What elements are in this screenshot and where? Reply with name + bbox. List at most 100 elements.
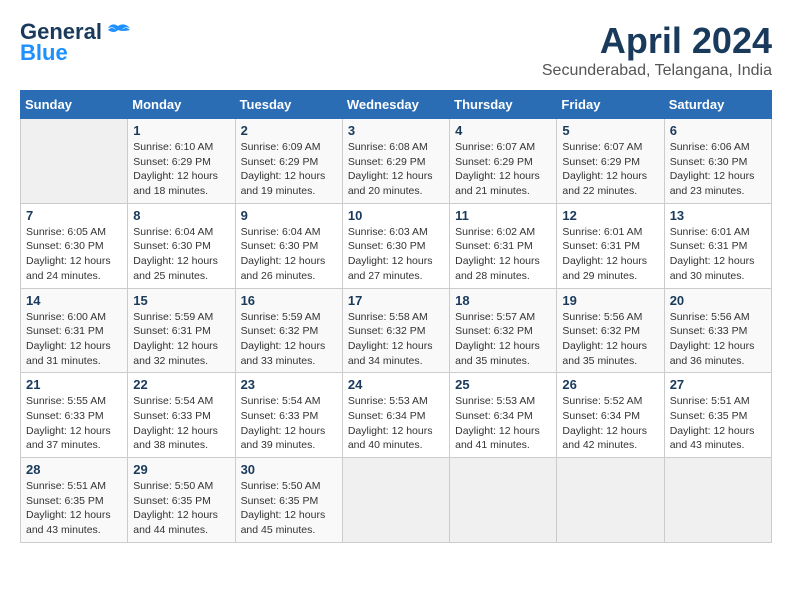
column-header-thursday: Thursday — [450, 91, 557, 119]
calendar-cell: 16Sunrise: 5:59 AM Sunset: 6:32 PM Dayli… — [235, 288, 342, 373]
calendar-cell: 9 Sunrise: 6:04 AM Sunset: 6:30 PM Daylig… — [235, 203, 342, 288]
calendar-cell — [664, 458, 771, 543]
logo: General Blue — [20, 20, 132, 66]
day-number: 9 — [241, 208, 337, 223]
month-title: April 2024 — [542, 20, 772, 62]
day-number: 10 — [348, 208, 444, 223]
day-number: 1 — [133, 123, 229, 138]
day-number: 8 — [133, 208, 229, 223]
week-row-5: 28 Sunrise: 5:51 AM Sunset: 6:35 PM Dayli… — [21, 458, 772, 543]
calendar-cell: 8 Sunrise: 6:04 AM Sunset: 6:30 PM Daylig… — [128, 203, 235, 288]
week-row-1: 1 Sunrise: 6:10 AM Sunset: 6:29 PM Daylig… — [21, 119, 772, 204]
calendar-cell: 7 Sunrise: 6:05 AM Sunset: 6:30 PM Daylig… — [21, 203, 128, 288]
day-info: Sunrise: 5:56 AM Sunset: 6:32 PM Dayligh… — [562, 310, 658, 369]
column-header-tuesday: Tuesday — [235, 91, 342, 119]
day-info: Sunrise: 5:52 AM Sunset: 6:34 PM Dayligh… — [562, 394, 658, 453]
title-area: April 2024 Secunderabad, Telangana, Indi… — [542, 20, 772, 80]
day-number: 27 — [670, 377, 766, 392]
day-info: Sunrise: 6:00 AM Sunset: 6:31 PM Dayligh… — [26, 310, 122, 369]
calendar-cell: 20Sunrise: 5:56 AM Sunset: 6:33 PM Dayli… — [664, 288, 771, 373]
day-info: Sunrise: 5:58 AM Sunset: 6:32 PM Dayligh… — [348, 310, 444, 369]
day-info: Sunrise: 5:54 AM Sunset: 6:33 PM Dayligh… — [133, 394, 229, 453]
day-number: 17 — [348, 293, 444, 308]
day-number: 2 — [241, 123, 337, 138]
day-info: Sunrise: 6:01 AM Sunset: 6:31 PM Dayligh… — [670, 225, 766, 284]
day-number: 24 — [348, 377, 444, 392]
calendar-body: 1 Sunrise: 6:10 AM Sunset: 6:29 PM Daylig… — [21, 119, 772, 543]
day-number: 20 — [670, 293, 766, 308]
day-number: 22 — [133, 377, 229, 392]
calendar-cell: 17 Sunrise: 5:58 AM Sunset: 6:32 PM Dayli… — [342, 288, 449, 373]
column-header-sunday: Sunday — [21, 91, 128, 119]
day-info: Sunrise: 5:53 AM Sunset: 6:34 PM Dayligh… — [348, 394, 444, 453]
calendar-cell: 11Sunrise: 6:02 AM Sunset: 6:31 PM Dayli… — [450, 203, 557, 288]
calendar-cell: 5 Sunrise: 6:07 AM Sunset: 6:29 PM Daylig… — [557, 119, 664, 204]
day-info: Sunrise: 6:10 AM Sunset: 6:29 PM Dayligh… — [133, 140, 229, 199]
day-number: 6 — [670, 123, 766, 138]
day-number: 13 — [670, 208, 766, 223]
calendar-cell: 26 Sunrise: 5:52 AM Sunset: 6:34 PM Dayli… — [557, 373, 664, 458]
day-info: Sunrise: 5:54 AM Sunset: 6:33 PM Dayligh… — [241, 394, 337, 453]
calendar-cell: 6 Sunrise: 6:06 AM Sunset: 6:30 PM Daylig… — [664, 119, 771, 204]
day-number: 12 — [562, 208, 658, 223]
day-info: Sunrise: 6:08 AM Sunset: 6:29 PM Dayligh… — [348, 140, 444, 199]
day-info: Sunrise: 5:51 AM Sunset: 6:35 PM Dayligh… — [26, 479, 122, 538]
day-info: Sunrise: 5:59 AM Sunset: 6:31 PM Dayligh… — [133, 310, 229, 369]
day-info: Sunrise: 5:55 AM Sunset: 6:33 PM Dayligh… — [26, 394, 122, 453]
day-number: 4 — [455, 123, 551, 138]
day-number: 3 — [348, 123, 444, 138]
day-info: Sunrise: 6:09 AM Sunset: 6:29 PM Dayligh… — [241, 140, 337, 199]
day-number: 15 — [133, 293, 229, 308]
day-number: 18 — [455, 293, 551, 308]
day-number: 26 — [562, 377, 658, 392]
day-info: Sunrise: 6:07 AM Sunset: 6:29 PM Dayligh… — [562, 140, 658, 199]
week-row-2: 7 Sunrise: 6:05 AM Sunset: 6:30 PM Daylig… — [21, 203, 772, 288]
calendar-cell: 18 Sunrise: 5:57 AM Sunset: 6:32 PM Dayli… — [450, 288, 557, 373]
calendar-cell: 23Sunrise: 5:54 AM Sunset: 6:33 PM Dayli… — [235, 373, 342, 458]
day-number: 5 — [562, 123, 658, 138]
day-info: Sunrise: 6:04 AM Sunset: 6:30 PM Dayligh… — [133, 225, 229, 284]
day-info: Sunrise: 5:50 AM Sunset: 6:35 PM Dayligh… — [241, 479, 337, 538]
calendar-header: SundayMondayTuesdayWednesdayThursdayFrid… — [21, 91, 772, 119]
calendar-cell: 12Sunrise: 6:01 AM Sunset: 6:31 PM Dayli… — [557, 203, 664, 288]
calendar-cell: 19Sunrise: 5:56 AM Sunset: 6:32 PM Dayli… — [557, 288, 664, 373]
day-info: Sunrise: 6:04 AM Sunset: 6:30 PM Dayligh… — [241, 225, 337, 284]
week-row-4: 21 Sunrise: 5:55 AM Sunset: 6:33 PM Dayli… — [21, 373, 772, 458]
calendar-cell: 15 Sunrise: 5:59 AM Sunset: 6:31 PM Dayli… — [128, 288, 235, 373]
day-number: 11 — [455, 208, 551, 223]
column-header-friday: Friday — [557, 91, 664, 119]
calendar-cell: 22 Sunrise: 5:54 AM Sunset: 6:33 PM Dayli… — [128, 373, 235, 458]
day-number: 7 — [26, 208, 122, 223]
calendar-cell: 27 Sunrise: 5:51 AM Sunset: 6:35 PM Dayli… — [664, 373, 771, 458]
week-row-3: 14 Sunrise: 6:00 AM Sunset: 6:31 PM Dayli… — [21, 288, 772, 373]
calendar-cell — [21, 119, 128, 204]
calendar-cell: 2 Sunrise: 6:09 AM Sunset: 6:29 PM Daylig… — [235, 119, 342, 204]
column-header-saturday: Saturday — [664, 91, 771, 119]
day-info: Sunrise: 5:51 AM Sunset: 6:35 PM Dayligh… — [670, 394, 766, 453]
day-info: Sunrise: 5:57 AM Sunset: 6:32 PM Dayligh… — [455, 310, 551, 369]
day-info: Sunrise: 5:53 AM Sunset: 6:34 PM Dayligh… — [455, 394, 551, 453]
calendar-cell: 10Sunrise: 6:03 AM Sunset: 6:30 PM Dayli… — [342, 203, 449, 288]
calendar-cell: 24 Sunrise: 5:53 AM Sunset: 6:34 PM Dayli… — [342, 373, 449, 458]
day-info: Sunrise: 6:06 AM Sunset: 6:30 PM Dayligh… — [670, 140, 766, 199]
day-number: 30 — [241, 462, 337, 477]
day-number: 16 — [241, 293, 337, 308]
column-header-wednesday: Wednesday — [342, 91, 449, 119]
calendar-cell: 1 Sunrise: 6:10 AM Sunset: 6:29 PM Daylig… — [128, 119, 235, 204]
calendar-cell: 3 Sunrise: 6:08 AM Sunset: 6:29 PM Daylig… — [342, 119, 449, 204]
logo-blue: Blue — [20, 40, 68, 66]
day-number: 14 — [26, 293, 122, 308]
location-title: Secunderabad, Telangana, India — [542, 62, 772, 80]
calendar-cell: 28 Sunrise: 5:51 AM Sunset: 6:35 PM Dayli… — [21, 458, 128, 543]
day-info: Sunrise: 6:05 AM Sunset: 6:30 PM Dayligh… — [26, 225, 122, 284]
day-number: 25 — [455, 377, 551, 392]
calendar-cell: 4 Sunrise: 6:07 AM Sunset: 6:29 PM Daylig… — [450, 119, 557, 204]
page-header: General Blue April 2024 Secunderabad, Te… — [20, 20, 772, 80]
day-number: 21 — [26, 377, 122, 392]
calendar-cell — [557, 458, 664, 543]
day-info: Sunrise: 6:07 AM Sunset: 6:29 PM Dayligh… — [455, 140, 551, 199]
day-info: Sunrise: 5:50 AM Sunset: 6:35 PM Dayligh… — [133, 479, 229, 538]
day-number: 29 — [133, 462, 229, 477]
day-number: 28 — [26, 462, 122, 477]
calendar-cell: 29 Sunrise: 5:50 AM Sunset: 6:35 PM Dayli… — [128, 458, 235, 543]
